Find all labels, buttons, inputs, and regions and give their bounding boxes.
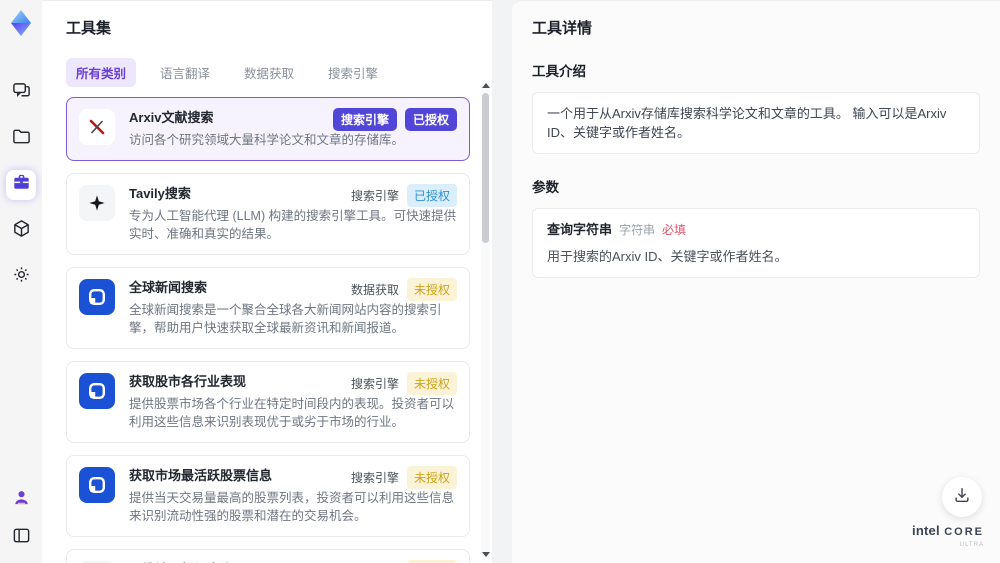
tool-category-tag: 搜索引擎 (332, 108, 397, 131)
cube-icon (12, 219, 31, 243)
param-required-flag: 必填 (662, 223, 687, 237)
tool-card[interactable]: 万维地区新闻查询 查询具体行政区划内的新闻，快速了解各地新闻动 搜索引擎 未授权 (66, 549, 470, 563)
list-scrollbar[interactable] (481, 81, 490, 559)
chat-icon (12, 81, 31, 105)
page-title: 工具集 (66, 20, 112, 37)
tool-auth-badge: 未授权 (406, 278, 457, 301)
sidebar-item-models[interactable] (6, 216, 36, 246)
qianfan-icon (79, 279, 115, 315)
tool-category-tag: 搜索引擎 (350, 189, 399, 203)
collapse-panel-button[interactable] (6, 523, 36, 553)
param-description: 用于搜索的Arxiv ID、关键字或作者姓名。 (547, 249, 788, 264)
params-section-title: 参数 (532, 180, 559, 195)
tool-detail-panel: 工具详情 工具介绍 一个用于从Arxiv存储库搜索科学论文和文章的工具。 输入可… (512, 0, 1000, 563)
qianfan-icon (79, 373, 115, 409)
tab-搜索引擎[interactable]: 搜索引擎 (318, 58, 388, 87)
brand-intel-text: intel (912, 523, 940, 538)
sidebar-item-settings[interactable] (6, 262, 36, 292)
tool-list-panel: 工具集 所有类别 语言翻译 数据获取 搜索引擎 Arxiv文献搜索 访问各个研究领域大… (42, 0, 492, 563)
param-name: 查询字符串 (547, 222, 613, 237)
tool-description: 提供股票市场各个行业在特定时间段内的表现。投资者可以利用这些信息来识别表现优于或… (129, 397, 455, 429)
tab-所有类别[interactable]: 所有类别 (66, 58, 137, 87)
tool-category-tag: 搜索引擎 (350, 471, 399, 485)
intel-core-logo: intel CORE ULTRA (912, 523, 984, 551)
tool-description: 全球新闻搜索是一个聚合全球各大新闻网站内容的搜索引擎，帮助用户快速获取全球最新资… (129, 303, 442, 335)
tool-card[interactable]: Tavily搜索 专为人工智能代理 (LLM) 构建的搜索引擎工具。可快速提供实… (66, 173, 470, 255)
left-rail (0, 0, 42, 563)
toolbox-icon (12, 173, 31, 197)
tool-auth-badge: 未授权 (406, 372, 457, 395)
folder-icon (12, 127, 31, 151)
tab-语言翻译[interactable]: 语言翻译 (150, 58, 220, 87)
app-logo-icon[interactable] (6, 8, 36, 38)
tool-auth-badge: 未授权 (406, 466, 457, 489)
user-avatar[interactable] (6, 485, 36, 515)
tool-category-tag: 搜索引擎 (350, 377, 399, 391)
tool-description: 访问各个研究领域大量科学论文和文章的存储库。 (129, 133, 405, 147)
user-avatar-icon (12, 488, 31, 512)
brand-ultra-text: ULTRA (959, 542, 984, 548)
tool-description: 专为人工智能代理 (LLM) 构建的搜索引擎工具。可快速提供实时、准确和真实的结… (129, 209, 457, 241)
tavily-icon (79, 185, 115, 221)
scrollbar-thumb[interactable] (482, 93, 489, 243)
intro-section-title: 工具介绍 (532, 64, 586, 79)
scroll-down-arrow[interactable] (482, 552, 490, 557)
param-header: 查询字符串 字符串 必填 (547, 220, 965, 240)
qianfan-icon (79, 467, 115, 503)
sidebar-item-chat[interactable] (6, 78, 36, 108)
download-button[interactable] (942, 477, 982, 517)
tool-card[interactable]: 全球新闻搜索 全球新闻搜索是一个聚合全球各大新闻网站内容的搜索引擎，帮助用户快速… (66, 267, 470, 349)
param-type: 字符串 (619, 223, 656, 237)
tool-description: 提供当天交易量最高的股票列表，投资者可以利用这些信息来识别流动性强的股票和潜在的… (129, 491, 455, 523)
tool-card[interactable]: 获取市场最活跃股票信息 提供当天交易量最高的股票列表，投资者可以利用这些信息来识… (66, 455, 470, 537)
download-icon (953, 486, 971, 509)
tool-category-tag: 数据获取 (350, 283, 399, 297)
scroll-up-arrow[interactable] (482, 83, 490, 88)
brand-core-text: CORE (944, 526, 984, 538)
category-tabs: 所有类别 语言翻译 数据获取 搜索引擎 (66, 58, 470, 87)
tool-auth-badge: 已授权 (404, 108, 457, 131)
app-window: 工具集 所有类别 语言翻译 数据获取 搜索引擎 Arxiv文献搜索 访问各个研究领域大… (0, 0, 1000, 563)
gear-icon (12, 265, 31, 289)
tool-auth-badge: 已授权 (406, 184, 457, 207)
tool-card[interactable]: 获取股市各行业表现 提供股票市场各个行业在特定时间段内的表现。投资者可以利用这些… (66, 361, 470, 443)
arxiv-icon (79, 109, 115, 145)
panel-divider (492, 0, 512, 563)
tab-数据获取[interactable]: 数据获取 (234, 58, 304, 87)
tool-intro-box: 一个用于从Arxiv存储库搜索科学论文和文章的工具。 输入可以是Arxiv ID… (532, 92, 980, 154)
params-box: 查询字符串 字符串 必填用于搜索的Arxiv ID、关键字或作者姓名。 (532, 208, 980, 278)
tool-card[interactable]: Arxiv文献搜索 访问各个研究领域大量科学论文和文章的存储库。 搜索引擎 已授… (66, 97, 470, 161)
panel-toggle-icon (12, 526, 31, 550)
tool-list: Arxiv文献搜索 访问各个研究领域大量科学论文和文章的存储库。 搜索引擎 已授… (66, 97, 470, 563)
detail-title: 工具详情 (532, 20, 593, 37)
sidebar-item-files[interactable] (6, 124, 36, 154)
sidebar-item-tools[interactable] (6, 170, 36, 200)
